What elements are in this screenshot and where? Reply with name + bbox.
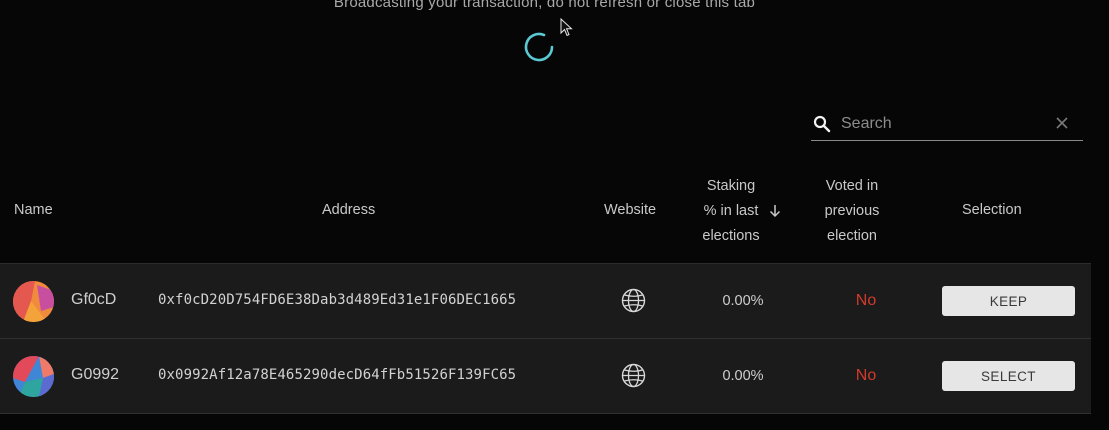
voted-status: No — [855, 367, 877, 384]
clear-search-icon[interactable] — [1055, 116, 1069, 130]
broadcast-message: Broadcasting your transaction, do not re… — [333, 0, 756, 11]
globe-icon[interactable] — [621, 288, 646, 313]
column-header-selection: Selection — [962, 202, 1022, 218]
validator-avatar — [13, 281, 54, 322]
search-bar — [811, 108, 1083, 141]
column-header-name: Name — [14, 202, 53, 218]
search-input[interactable] — [839, 111, 1053, 137]
table-row: G0992 0x0992Af12a78E465290decD64fFb51526… — [0, 339, 1091, 414]
column-header-voted: Voted in previous election — [812, 174, 892, 249]
page: Broadcasting your transaction, do not re… — [0, 0, 1109, 430]
column-header-voted-line2: previous — [824, 203, 880, 219]
staking-percentage: 0.00% — [722, 368, 764, 384]
mouse-cursor-icon — [560, 18, 573, 37]
globe-icon[interactable] — [621, 363, 646, 388]
validator-avatar — [13, 356, 54, 397]
column-header-staking[interactable]: Staking % in last elections — [692, 174, 770, 249]
column-header-voted-line3: election — [827, 228, 877, 244]
column-header-staking-line1: Staking — [706, 178, 756, 194]
validator-name: Gf0cD — [71, 291, 117, 308]
table-header: Name Address Website Staking % in last e… — [0, 166, 1091, 264]
validator-name: G0992 — [71, 366, 120, 383]
staking-percentage: 0.00% — [722, 293, 764, 309]
column-header-voted-line1: Voted in — [825, 178, 879, 194]
search-icon — [813, 115, 831, 133]
column-header-website: Website — [604, 202, 657, 218]
table-row: Gf0cD 0xf0cD20D754FD6E38Dab3d489Ed31e1F0… — [0, 264, 1091, 339]
keep-button[interactable]: KEEP — [942, 286, 1075, 316]
select-button[interactable]: SELECT — [942, 361, 1075, 391]
column-header-staking-line2: % in last — [703, 203, 759, 219]
sort-descending-icon[interactable] — [768, 204, 782, 218]
validators-table: Name Address Website Staking % in last e… — [0, 166, 1091, 414]
validator-address: 0x0992Af12a78E465290decD64fFb51526F139FC… — [158, 367, 517, 383]
column-header-address: Address — [322, 202, 376, 218]
validator-address: 0xf0cD20D754FD6E38Dab3d489Ed31e1F06DEC16… — [158, 292, 517, 308]
loading-spinner — [524, 32, 554, 62]
voted-status: No — [855, 292, 877, 309]
column-header-staking-line3: elections — [702, 228, 760, 244]
